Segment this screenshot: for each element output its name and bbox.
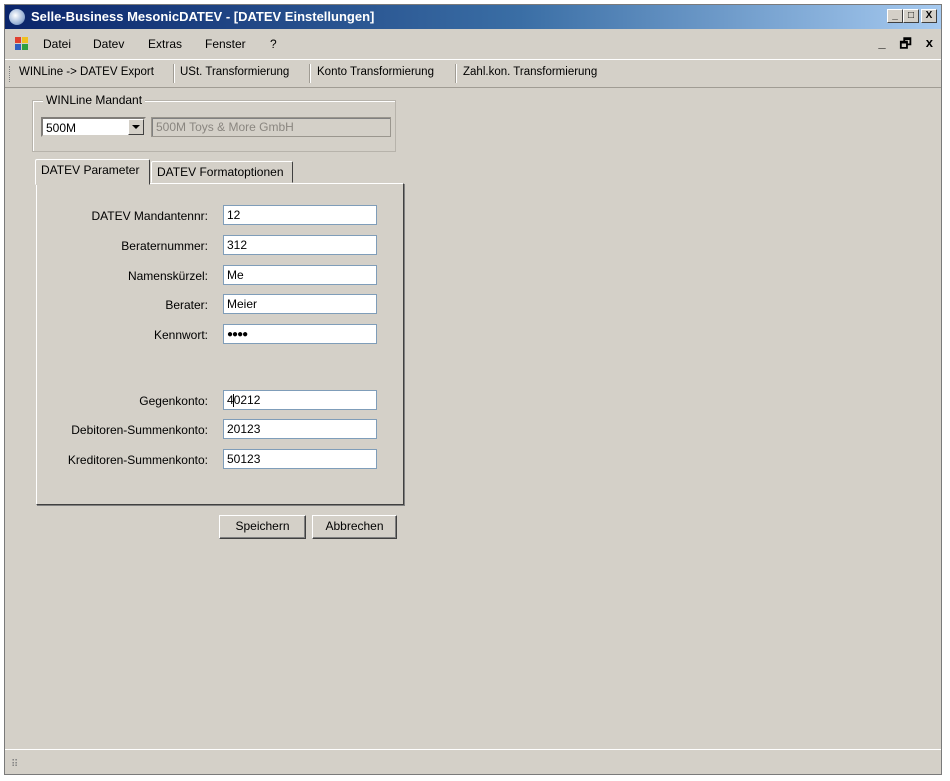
namenskuerzel-label: Namenskürzel:	[127, 269, 208, 283]
close-button[interactable]: X	[921, 9, 937, 23]
toolbar-separator	[309, 64, 311, 83]
toolbar-separator	[455, 64, 457, 83]
mandant-group: WINLine Mandant 500M 500M Toys & More Gm…	[32, 93, 396, 152]
kennwort-label: Kennwort:	[153, 328, 208, 342]
status-bar: ⠿	[5, 749, 941, 774]
menu-datev[interactable]: Datev	[93, 37, 124, 51]
tab-datev-parameter[interactable]: DATEV Parameter	[35, 159, 150, 185]
gegenkonto-label: Gegenkonto:	[139, 394, 208, 408]
menu-extras[interactable]: Extras	[148, 37, 182, 51]
minimize-button[interactable]: _	[887, 9, 903, 23]
save-button[interactable]: Speichern	[219, 515, 306, 539]
kreditoren-label: Kreditoren-Summenkonto:	[67, 453, 208, 467]
berater-input[interactable]: Meier	[223, 294, 377, 314]
toolbar-ust-transformierung[interactable]: USt. Transformierung	[180, 66, 289, 78]
debitoren-input[interactable]: 20123	[223, 419, 377, 439]
tab-panel: DATEV Mandantennr: 12 Beraternummer: 312…	[36, 183, 404, 505]
toolbar-zahlkon-transformierung[interactable]: Zahl.kon. Transformierung	[463, 66, 597, 78]
kreditoren-input[interactable]: 50123	[223, 449, 377, 469]
maximize-button[interactable]: □	[903, 9, 919, 23]
menu-datei[interactable]: Datei	[43, 37, 71, 51]
document-icon[interactable]	[15, 37, 29, 51]
berater-label: Berater:	[165, 298, 208, 312]
kennwort-input[interactable]: ●●●●	[223, 324, 377, 344]
menu-fenster[interactable]: Fenster	[205, 37, 246, 51]
menu-help[interactable]: ?	[270, 37, 277, 51]
namenskuerzel-input[interactable]: Me	[223, 265, 377, 285]
mdi-restore-icon[interactable]: 🗗	[900, 35, 912, 57]
toolbar: WINLine -> DATEV Export USt. Transformie…	[5, 59, 941, 88]
debitoren-label: Debitoren-Summenkonto:	[71, 423, 208, 437]
mandantennr-label: DATEV Mandantennr:	[91, 209, 208, 223]
toolbar-separator	[173, 64, 175, 83]
toolbar-datev-export[interactable]: WINLine -> DATEV Export	[19, 66, 154, 78]
beraternummer-label: Beraternummer:	[121, 239, 208, 253]
mandant-group-legend: WINLine Mandant	[43, 93, 146, 107]
chevron-down-icon[interactable]	[128, 119, 144, 135]
mdi-close-icon[interactable]: x	[926, 35, 933, 57]
toolbar-konto-transformierung[interactable]: Konto Transformierung	[317, 66, 434, 78]
gegenkonto-input[interactable]: 40212	[223, 390, 377, 410]
mdi-controls: _ 🗗 x	[878, 35, 933, 57]
toolbar-grip-icon[interactable]	[9, 66, 13, 82]
title-bar[interactable]: Selle-Business MesonicDATEV - [DATEV Ein…	[5, 5, 941, 29]
menu-bar: Datei Datev Extras Fenster ? _ 🗗 x	[5, 29, 941, 60]
gegenkonto-value-end: 0212	[233, 393, 261, 407]
window-controls: _ □ X	[887, 9, 937, 23]
mandant-select-value: 500M	[46, 121, 77, 135]
cancel-button[interactable]: Abbrechen	[312, 515, 397, 539]
mandantennr-input[interactable]: 12	[223, 205, 377, 225]
app-window: Selle-Business MesonicDATEV - [DATEV Ein…	[4, 4, 942, 775]
app-icon	[9, 9, 25, 25]
beraternummer-input[interactable]: 312	[223, 235, 377, 255]
mdi-minimize-icon[interactable]: _	[878, 35, 885, 57]
mandant-name-field: 500M Toys & More GmbH	[151, 117, 391, 137]
tab-datev-formatoptionen[interactable]: DATEV Formatoptionen	[151, 161, 293, 183]
window-title: Selle-Business MesonicDATEV - [DATEV Ein…	[31, 9, 375, 24]
mandant-select[interactable]: 500M	[41, 117, 146, 137]
status-grip-icon: ⠿	[11, 759, 18, 770]
